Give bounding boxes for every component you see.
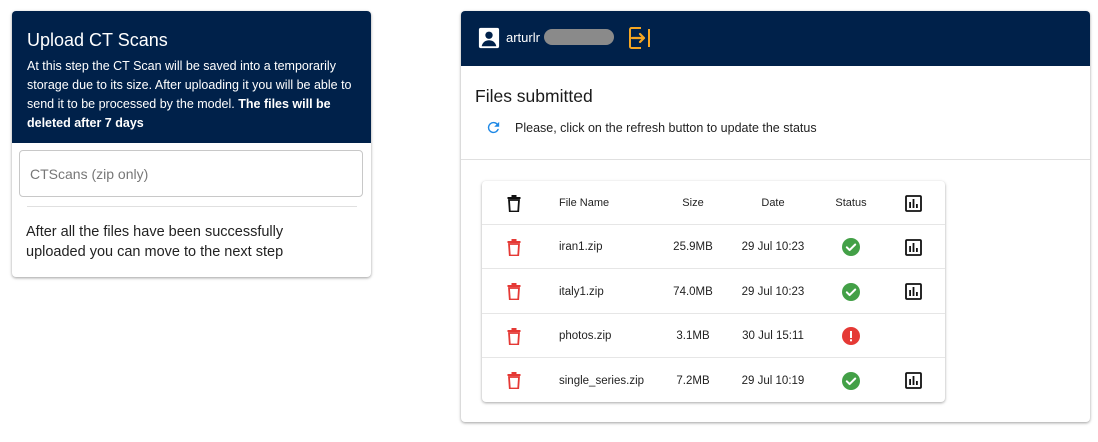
trash-icon — [507, 238, 521, 256]
delete-file-button[interactable] — [504, 314, 524, 358]
ctscans-file-input[interactable]: CTScans (zip only) — [19, 150, 363, 197]
refresh-icon[interactable] — [485, 119, 502, 136]
status-success — [837, 225, 865, 269]
upload-title: Upload CT Scans — [27, 30, 168, 50]
check-circle-icon — [842, 371, 860, 390]
account-box-icon — [478, 27, 500, 49]
table-row: photos.zip 3.1MB 30 Jul 15:11 — [482, 314, 945, 358]
check-circle-icon — [842, 238, 860, 256]
file-size: 74.0MB — [673, 285, 713, 298]
file-name: single_series.zip — [559, 374, 645, 387]
column-header-status: Status — [835, 197, 867, 209]
trash-icon — [507, 283, 521, 300]
status-success — [837, 270, 865, 314]
upload-card: Upload CT Scans At this step the CT Scan… — [12, 11, 371, 277]
logout-icon[interactable] — [628, 26, 652, 50]
table-row: single_series.zip 7.2MB 29 Jul 10:19 — [482, 359, 945, 403]
trash-icon — [507, 327, 521, 345]
files-table: File Name Size Date Status iran1.zip 25.9… — [482, 181, 945, 402]
table-row: iran1.zip 25.9MB 29 Jul 10:23 — [482, 225, 945, 269]
file-name: iran1.zip — [559, 241, 603, 253]
upload-description: At this step the CT Scan will be saved i… — [27, 57, 357, 133]
bar-chart-icon — [904, 372, 922, 389]
check-circle-icon — [842, 282, 860, 301]
view-results-button[interactable] — [902, 359, 924, 403]
upload-header: Upload CT Scans At this step the CT Scan… — [12, 11, 371, 143]
redacted-username — [544, 29, 614, 45]
delete-file-button[interactable] — [504, 225, 524, 269]
trash-icon — [507, 372, 521, 389]
column-header-size: Size — [682, 197, 704, 209]
upload-note: After all the files have been successful… — [26, 224, 284, 260]
table-header-row: File Name Size Date Status — [482, 181, 945, 225]
divider — [461, 159, 1090, 160]
divider — [27, 206, 357, 207]
delete-file-button[interactable] — [504, 359, 524, 403]
bar-chart-icon — [904, 283, 922, 300]
column-header-results — [902, 181, 924, 225]
file-date: 29 Jul 10:23 — [741, 285, 805, 298]
file-size: 25.9MB — [673, 241, 713, 253]
file-name: photos.zip — [559, 330, 612, 342]
files-card: arturlr Files submitted Please, click on… — [461, 11, 1090, 422]
status-success — [837, 359, 865, 403]
user-header: arturlr — [461, 11, 1090, 66]
refresh-instruction: Please, click on the refresh button to u… — [515, 120, 817, 135]
username: arturlr — [506, 30, 540, 45]
delete-all-button[interactable] — [504, 181, 524, 225]
trash-icon — [507, 194, 521, 212]
file-date: 30 Jul 15:11 — [742, 330, 804, 342]
file-size: 3.1MB — [676, 330, 710, 342]
view-results-button[interactable] — [902, 225, 924, 269]
column-header-date: Date — [761, 197, 785, 209]
refresh-row: Please, click on the refresh button to u… — [485, 119, 817, 136]
column-header-name: File Name — [559, 197, 610, 209]
bar-chart-icon — [904, 194, 922, 212]
file-date: 29 Jul 10:23 — [741, 241, 805, 253]
file-size: 7.2MB — [676, 374, 710, 387]
error-circle-icon — [842, 327, 860, 345]
status-error — [837, 314, 865, 358]
file-date: 29 Jul 10:19 — [741, 374, 805, 387]
file-name: italy1.zip — [559, 285, 604, 298]
view-results-button[interactable] — [902, 270, 924, 314]
table-row: italy1.zip 74.0MB 29 Jul 10:23 — [482, 270, 945, 314]
delete-file-button[interactable] — [504, 270, 524, 314]
bar-chart-icon — [904, 238, 922, 256]
files-title: Files submitted — [475, 86, 593, 106]
